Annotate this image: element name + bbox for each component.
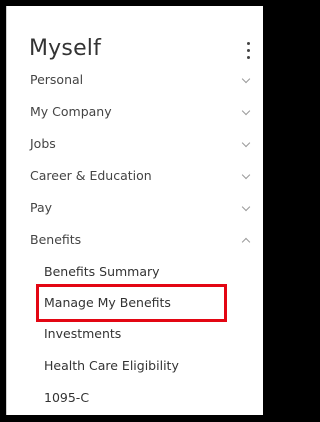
menu-item-label: My Company bbox=[30, 104, 112, 119]
submenu-item-health-care-eligibility[interactable]: Health Care Eligibility bbox=[7, 351, 263, 381]
submenu-item-1095-c[interactable]: 1095-C bbox=[7, 383, 263, 413]
menu-item-pay[interactable]: Pay bbox=[7, 193, 263, 223]
chevron-down-icon bbox=[241, 106, 251, 116]
chevron-down-icon bbox=[241, 138, 251, 148]
menu-item-career-education[interactable]: Career & Education bbox=[7, 161, 263, 191]
chevron-down-icon bbox=[241, 170, 251, 180]
menu-item-label: Jobs bbox=[30, 136, 56, 151]
submenu-item-label: Health Care Eligibility bbox=[44, 358, 179, 373]
chevron-down-icon bbox=[241, 74, 251, 84]
submenu-item-benefits-summary[interactable]: Benefits Summary bbox=[7, 257, 263, 287]
submenu-item-label: 1095-C bbox=[44, 390, 90, 405]
chevron-down-icon bbox=[241, 202, 251, 212]
submenu-item-label: Investments bbox=[44, 326, 122, 341]
panel-title: Myself bbox=[29, 36, 102, 61]
menu-item-benefits[interactable]: Benefits bbox=[7, 225, 263, 255]
submenu-item-investments[interactable]: Investments bbox=[7, 319, 263, 349]
menu-item-jobs[interactable]: Jobs bbox=[7, 129, 263, 159]
submenu-item-label: Benefits Summary bbox=[44, 264, 160, 279]
menu-item-label: Benefits bbox=[30, 232, 82, 247]
submenu-item-label: Manage My Benefits bbox=[44, 295, 171, 310]
chevron-up-icon bbox=[241, 237, 251, 247]
menu-item-label: Pay bbox=[30, 200, 53, 215]
menu-item-label: Personal bbox=[30, 72, 84, 87]
menu-item-personal[interactable]: Personal bbox=[7, 65, 263, 95]
submenu-item-manage-my-benefits[interactable]: Manage My Benefits bbox=[7, 288, 263, 318]
myself-menu-panel: Myself Personal My Company Jobs Career &… bbox=[6, 6, 263, 415]
more-options-icon[interactable] bbox=[245, 42, 253, 62]
menu-item-my-company[interactable]: My Company bbox=[7, 97, 263, 127]
menu-item-label: Career & Education bbox=[30, 168, 152, 183]
